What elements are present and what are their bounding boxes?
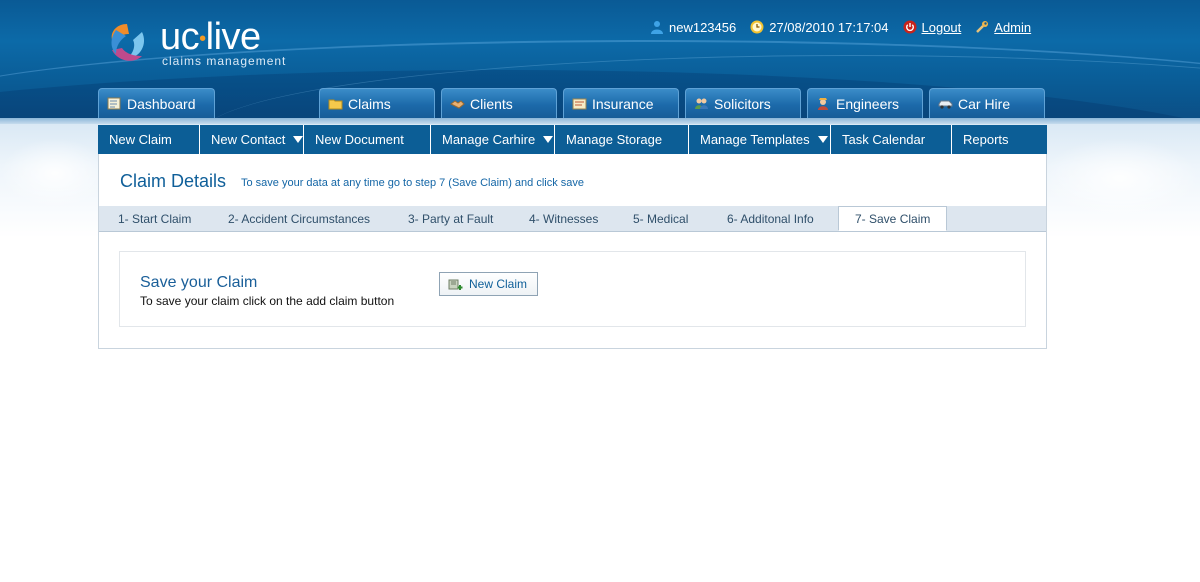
logout-link[interactable]: Logout bbox=[922, 20, 962, 35]
datetime: 27/08/2010 17:17:04 bbox=[769, 19, 889, 35]
tab-label: Claims bbox=[348, 95, 391, 112]
subnav-new-contact[interactable]: New Contact bbox=[200, 125, 304, 154]
engineer-icon bbox=[818, 98, 828, 110]
logo-tagline: claims management bbox=[162, 54, 287, 68]
dashboard-icon bbox=[107, 97, 121, 110]
username-item: new123456 bbox=[650, 20, 736, 35]
subnav-new-claim[interactable]: New Claim bbox=[98, 125, 200, 154]
step-accident-circumstances[interactable]: 2- Accident Circumstances bbox=[228, 206, 370, 231]
new-claim-button[interactable]: New Claim bbox=[439, 272, 538, 296]
new-claim-label: New Claim bbox=[469, 277, 528, 291]
tab-car-hire[interactable]: Car Hire bbox=[929, 88, 1045, 118]
header-divider bbox=[0, 118, 1200, 124]
power-icon bbox=[903, 20, 917, 34]
car-icon bbox=[938, 100, 953, 109]
subnav-reports[interactable]: Reports bbox=[952, 125, 1047, 154]
step-party-at-fault[interactable]: 3- Party at Fault bbox=[408, 206, 493, 231]
subnav-manage-carhire[interactable]: Manage Carhire bbox=[431, 125, 555, 154]
background-decoration bbox=[0, 138, 110, 208]
logo[interactable]: uc•live claims management bbox=[102, 16, 292, 72]
people-icon bbox=[695, 98, 708, 109]
app-header: uc•live claims management new123456 27/0… bbox=[0, 0, 1200, 118]
folder-icon bbox=[328, 99, 343, 110]
page-title: Claim Details bbox=[120, 171, 227, 191]
datetime-item: 27/08/2010 17:17:04 bbox=[750, 19, 889, 35]
tab-engineers[interactable]: Engineers bbox=[807, 88, 923, 118]
username: new123456 bbox=[669, 19, 737, 35]
subnav-manage-templates[interactable]: Manage Templates bbox=[689, 125, 831, 154]
sub-navigation: New Claim New Contact New Document Manag… bbox=[98, 125, 1047, 154]
tab-label: Clients bbox=[470, 95, 513, 112]
logo-swirl-icon bbox=[111, 24, 145, 61]
step-additional-info[interactable]: 6- Additonal Info bbox=[727, 206, 814, 231]
tab-solicitors[interactable]: Solicitors bbox=[685, 88, 801, 118]
step-medical[interactable]: 5- Medical bbox=[633, 206, 688, 231]
tab-insurance[interactable]: Insurance bbox=[563, 88, 679, 118]
save-claim-section: Save your Claim To save your claim click… bbox=[119, 251, 1026, 327]
chevron-down-icon bbox=[543, 136, 554, 143]
logout-item[interactable]: Logout bbox=[903, 20, 962, 35]
chevron-down-icon bbox=[293, 136, 304, 143]
chevron-down-icon bbox=[817, 136, 828, 143]
tab-label: Insurance bbox=[592, 95, 654, 112]
admin-item[interactable]: Admin bbox=[975, 20, 1031, 35]
background-decoration bbox=[1040, 138, 1200, 218]
save-hint: To save your data at any time go to step… bbox=[241, 177, 584, 189]
tab-label: Dashboard bbox=[127, 95, 196, 112]
wrench-icon bbox=[976, 21, 989, 33]
step-witnesses[interactable]: 4- Witnesses bbox=[529, 206, 598, 231]
user-icon bbox=[651, 21, 663, 34]
step-save-claim[interactable]: 7- Save Claim bbox=[838, 206, 948, 231]
admin-link[interactable]: Admin bbox=[994, 20, 1031, 35]
subnav-new-document[interactable]: New Document bbox=[304, 125, 431, 154]
step-start-claim[interactable]: 1- Start Claim bbox=[118, 206, 191, 231]
subnav-manage-storage[interactable]: Manage Storage bbox=[555, 125, 689, 154]
tab-claims[interactable]: Claims bbox=[319, 88, 435, 118]
tab-dashboard[interactable]: Dashboard bbox=[98, 88, 215, 118]
tab-label: Car Hire bbox=[958, 95, 1011, 112]
tab-clients[interactable]: Clients bbox=[441, 88, 557, 118]
document-icon bbox=[572, 98, 587, 110]
add-claim-icon bbox=[448, 279, 463, 290]
save-claim-description: To save your claim click on the add clai… bbox=[140, 294, 395, 308]
step-tabs: 1- Start Claim 2- Accident Circumstances… bbox=[99, 206, 1046, 232]
tab-label: Engineers bbox=[836, 95, 900, 112]
save-claim-title: Save your Claim bbox=[140, 274, 258, 291]
tab-label: Solicitors bbox=[714, 95, 771, 112]
clock-icon bbox=[750, 20, 764, 34]
claim-details-panel: Claim Details To save your data at any t… bbox=[98, 154, 1047, 349]
user-bar: new123456 27/08/2010 17:17:04 Logout Adm… bbox=[650, 18, 1045, 36]
handshake-icon bbox=[450, 100, 465, 109]
main-tabs: Dashboard Claims Clients Insurance Solic… bbox=[98, 88, 1058, 118]
subnav-task-calendar[interactable]: Task Calendar bbox=[831, 125, 952, 154]
